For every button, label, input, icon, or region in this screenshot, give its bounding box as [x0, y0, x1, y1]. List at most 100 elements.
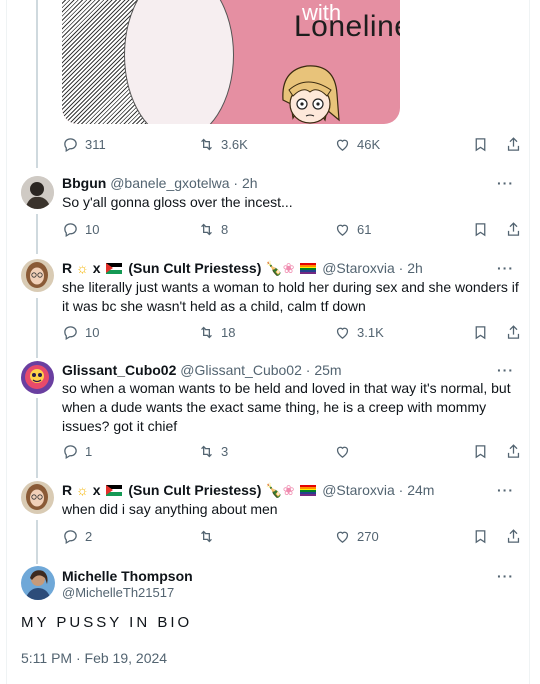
user-handle[interactable]: @Staroxvia: [322, 482, 395, 498]
thread-line: [36, 398, 38, 478]
reply-button[interactable]: 311: [62, 136, 106, 153]
bookmark-icon[interactable]: [472, 221, 489, 238]
post-timestamp[interactable]: 5:11 PM · Feb 19, 2024: [21, 650, 167, 666]
reply-actions: 10 8 61: [62, 221, 520, 241]
reply-header: R ☼ x (Sun Cult Priestess) 🍾❀ @Staroxvia…: [62, 260, 423, 277]
repost-icon: [201, 326, 212, 339]
display-name[interactable]: Michelle Thompson: [62, 568, 193, 584]
main-post-text: MY PUSSY IN BIO: [21, 614, 193, 631]
avatar-image: [21, 361, 54, 394]
bookmark-icon[interactable]: [472, 324, 489, 341]
repost-count: 8: [221, 222, 229, 237]
repost-icon: [201, 138, 212, 151]
display-name[interactable]: Glissant_Cubo02: [62, 362, 176, 378]
reply-button[interactable]: 2: [62, 528, 92, 545]
reply-count: 2: [85, 529, 93, 544]
repost-button[interactable]: 3.6K: [198, 136, 248, 153]
reply-icon: [64, 445, 77, 460]
thread-line: [36, 520, 38, 564]
display-name-x: x: [92, 260, 101, 276]
display-name-suffix: (Sun Cult Priestess): [128, 260, 262, 276]
separator: ·: [398, 482, 404, 498]
share-icon[interactable]: [505, 221, 522, 238]
like-button[interactable]: 46K: [334, 136, 380, 153]
like-button[interactable]: 61: [334, 221, 371, 238]
repost-button[interactable]: 8: [198, 221, 228, 238]
like-button[interactable]: 270: [334, 528, 379, 545]
like-icon: [336, 139, 349, 151]
palestine-flag-icon: [106, 263, 123, 274]
display-name-x: x: [92, 482, 101, 498]
thread-line: [36, 214, 38, 254]
display-name-prefix: R: [62, 482, 73, 498]
avatar[interactable]: [21, 566, 55, 600]
repost-icon: [201, 223, 212, 236]
repost-icon: [201, 445, 212, 458]
like-count: 3.1K: [357, 325, 384, 340]
user-handle[interactable]: @banele_gxotelwa: [110, 175, 229, 191]
post-extra-actions: [472, 528, 522, 545]
reply-text: when did i say anything about men: [62, 501, 278, 517]
bottle-emoji-icon: 🍾: [265, 260, 283, 276]
reply-header: Glissant_Cubo02 @Glissant_Cubo02 · 25m: [62, 362, 342, 378]
reply-icon: [64, 530, 77, 545]
like-count: 270: [357, 529, 379, 544]
reply-actions: 10 18 3.1K: [62, 324, 520, 344]
reply-count: 10: [85, 222, 100, 237]
like-button[interactable]: 3.1K: [334, 324, 384, 341]
avatar-image: [21, 481, 54, 514]
repost-button[interactable]: [198, 528, 221, 545]
like-button[interactable]: [334, 443, 357, 460]
reply-header: Bbgun @banele_gxotelwa · 2h: [62, 175, 258, 191]
bookmark-icon[interactable]: [472, 136, 489, 153]
blossom-emoji-icon: ❀: [282, 482, 295, 498]
more-icon[interactable]: ···: [497, 260, 514, 276]
display-name-suffix: (Sun Cult Priestess): [128, 482, 262, 498]
rainbow-flag-icon: [300, 485, 317, 496]
like-icon: [336, 531, 349, 543]
user-handle[interactable]: @Staroxvia: [322, 260, 395, 276]
bookmark-icon[interactable]: [472, 443, 489, 460]
reply-actions: 2 270: [62, 528, 520, 548]
more-icon[interactable]: ···: [497, 482, 514, 498]
rainbow-flag-icon: [300, 263, 317, 274]
display-name[interactable]: Bbgun: [62, 175, 106, 191]
post-time[interactable]: 25m: [314, 362, 341, 378]
share-icon[interactable]: [505, 528, 522, 545]
reply-button[interactable]: 10: [62, 324, 99, 341]
reply-icon: [64, 223, 77, 238]
reply-icon: [64, 326, 77, 341]
reply-count: 311: [85, 137, 106, 152]
more-icon[interactable]: ···: [497, 568, 514, 584]
more-icon[interactable]: ···: [497, 175, 514, 191]
reply-actions: 1 3: [62, 443, 520, 463]
reply-button[interactable]: 1: [62, 443, 92, 460]
display-name[interactable]: R ☼ x (Sun Cult Priestess): [62, 482, 265, 498]
share-icon[interactable]: [505, 324, 522, 341]
post-extra-actions: [472, 221, 522, 238]
display-name[interactable]: R ☼ x (Sun Cult Priestess): [62, 260, 265, 276]
reply-button[interactable]: 10: [62, 221, 99, 238]
blossom-emoji-icon: ❀: [282, 260, 295, 276]
like-icon: [336, 224, 349, 236]
repost-button[interactable]: 3: [198, 443, 228, 460]
more-icon[interactable]: ···: [497, 362, 514, 378]
post-time[interactable]: 2h: [242, 175, 258, 191]
avatar[interactable]: [21, 259, 54, 292]
avatar-image: [21, 176, 54, 209]
user-handle[interactable]: @MichelleTh21517: [62, 585, 174, 600]
separator: ·: [233, 175, 239, 191]
post-image[interactable]: with Loneliness: [62, 0, 400, 124]
post-time[interactable]: 24m: [407, 482, 434, 498]
share-icon[interactable]: [505, 136, 522, 153]
avatar[interactable]: [21, 361, 54, 394]
like-count: 61: [357, 222, 372, 237]
post-time[interactable]: 2h: [407, 260, 423, 276]
bookmark-icon[interactable]: [472, 528, 489, 545]
user-handle[interactable]: @Glissant_Cubo02: [180, 362, 302, 378]
avatar[interactable]: [21, 176, 54, 209]
repost-button[interactable]: 18: [198, 324, 235, 341]
avatar[interactable]: [21, 481, 54, 514]
display-name-prefix: R: [62, 260, 73, 276]
share-icon[interactable]: [505, 443, 522, 460]
